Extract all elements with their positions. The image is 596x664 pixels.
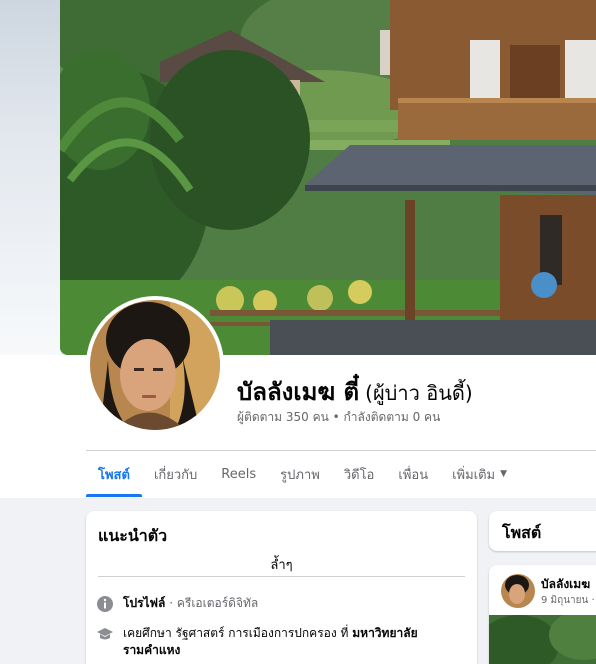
posts-header-card: โพสต์ [489, 511, 596, 551]
post-author-avatar[interactable] [501, 574, 535, 608]
profile-picture[interactable] [86, 296, 224, 434]
profile-name: บัลลังเมฆ ตี๋ (ผู้บ่าว อินดี้) [237, 372, 473, 411]
caret-down-icon: ▼ [500, 469, 508, 479]
intro-title: แนะนำตัว [98, 526, 168, 545]
tab-photos-label: รูปภาพ [280, 467, 320, 483]
intro-card: แนะนำตัว ล้ำๆ โปรไฟล์ · ครีเอเตอร์ดิจิทั… [86, 511, 477, 664]
profile-name-main: บัลลังเมฆ ตี๋ [237, 378, 360, 406]
profile-type-value: · ครีเอเตอร์ดิจิทัล [165, 596, 259, 610]
tab-about-label: เกี่ยวกับ [153, 467, 198, 483]
page-background-strip [0, 0, 60, 355]
post-date[interactable]: 9 มิถุนายน · [541, 593, 595, 608]
education-prefix: เคยศึกษา รัฐศาสตร์ การเมืองการปกครอง ที่ [123, 626, 353, 640]
follower-count[interactable]: ผู้ติดตาม 350 คน • กำลังติดตาม 0 คน [237, 408, 440, 427]
tab-about[interactable]: เกี่ยวกับ [142, 451, 209, 497]
tab-friends[interactable]: เพื่อน [386, 451, 440, 497]
education-row: เคยศึกษา รัฐศาสตร์ การเมืองการปกครอง ที่… [96, 625, 456, 659]
tab-videos-label: วิดีโอ [343, 467, 375, 483]
profile-alt-name: (ผู้บ่าว อินดี้) [365, 381, 473, 405]
tab-posts[interactable]: โพสต์ [86, 451, 142, 497]
posts-title: โพสต์ [502, 523, 542, 542]
tab-reels-label: Reels [221, 466, 257, 482]
profile-type-row: โปรไฟล์ · ครีเอเตอร์ดิจิทัล [96, 595, 258, 613]
post-author-name[interactable]: บัลลังเมฆ [541, 575, 590, 594]
tab-friends-label: เพื่อน [398, 467, 429, 483]
intro-divider [98, 576, 465, 577]
tab-posts-label: โพสต์ [98, 467, 130, 483]
tab-reels[interactable]: Reels [209, 451, 268, 497]
tab-more[interactable]: เพิ่มเติม ▼ [440, 451, 519, 497]
tab-videos[interactable]: วิดีโอ [332, 451, 387, 497]
info-icon [97, 596, 113, 612]
post-image[interactable] [489, 610, 596, 664]
post-card[interactable]: บัลลังเมฆ 9 มิถุนายน · [489, 565, 596, 664]
intro-bio: ล้ำๆ [270, 558, 293, 573]
profile-type-label: โปรไฟล์ [123, 596, 166, 610]
graduation-cap-icon [97, 628, 113, 640]
tab-more-label: เพิ่มเติม [452, 467, 496, 483]
tab-photos[interactable]: รูปภาพ [268, 451, 332, 497]
profile-tabs: โพสต์ เกี่ยวกับ Reels รูปภาพ วิดีโอ เพื่… [86, 451, 519, 497]
